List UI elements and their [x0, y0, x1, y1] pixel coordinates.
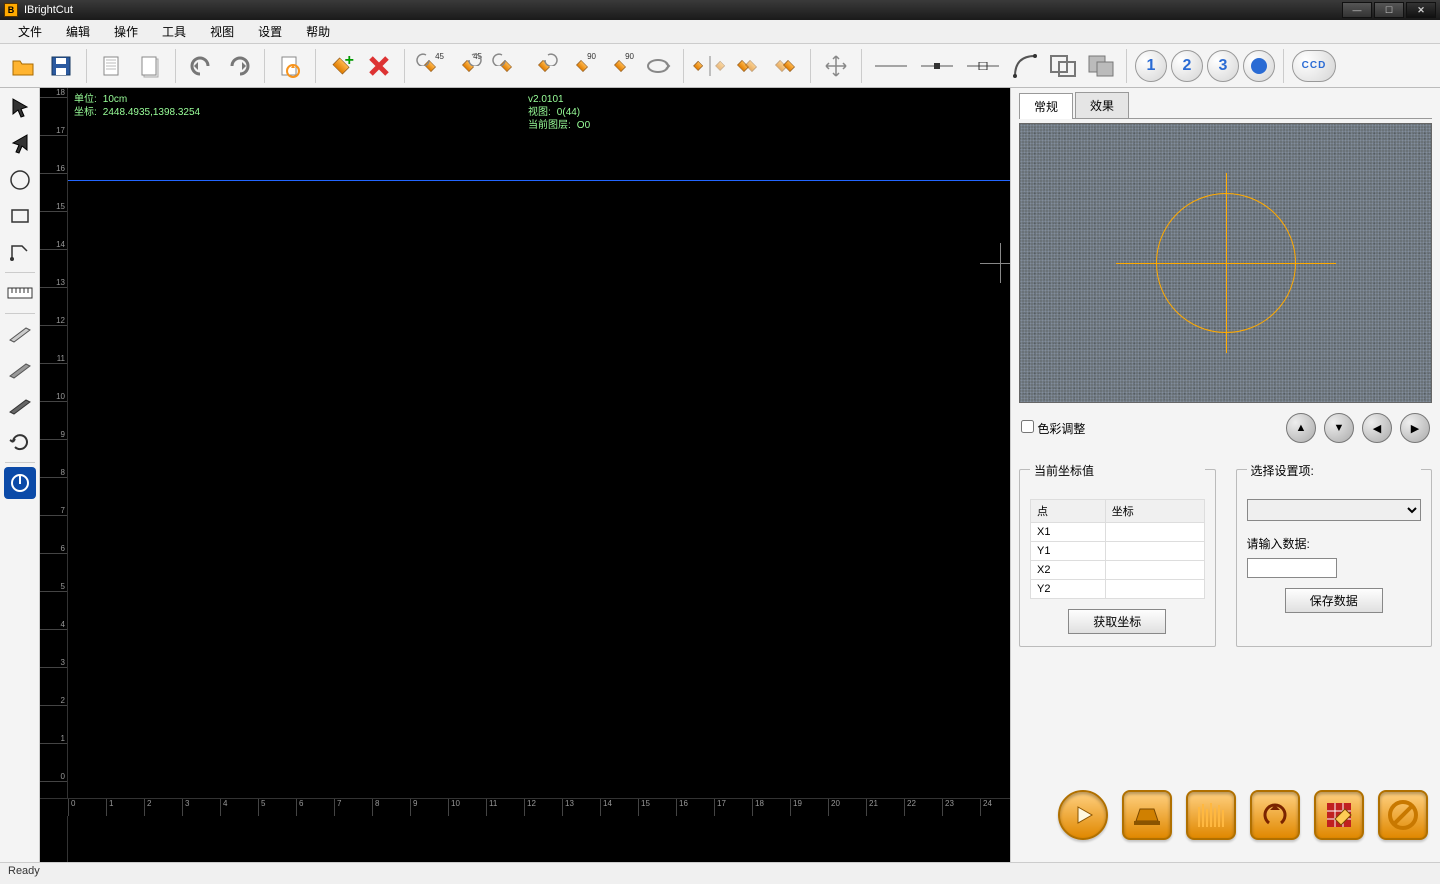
rotate-ccw-90-button[interactable]: 90 [565, 49, 599, 83]
col-coord: 坐标 [1105, 500, 1204, 523]
add-object-button[interactable]: + [324, 49, 358, 83]
menu-settings[interactable]: 设置 [246, 20, 294, 43]
horizontal-ruler: 0123456789101112131415161718192021222324 [40, 798, 1010, 816]
save-button[interactable] [44, 49, 78, 83]
status-bar: Ready [0, 862, 1440, 884]
free-rotate-button[interactable] [641, 49, 675, 83]
arrow-left-button[interactable]: ◀ [1362, 413, 1392, 443]
refresh-tool[interactable] [4, 426, 36, 458]
unit-overlay: 单位: 10cm 坐标: 2448.4935,1398.3254 [74, 94, 200, 120]
menu-operate[interactable]: 操作 [102, 20, 150, 43]
layer-2-button[interactable]: 2 [1171, 50, 1203, 82]
titlebar: B IBrightCut — ☐ ✕ [0, 0, 1440, 20]
coord-group-label: 当前坐标值 [1030, 462, 1205, 479]
save-data-button[interactable]: 保存数据 [1285, 588, 1383, 613]
rotate-cw-45-button[interactable]: 45 [451, 49, 485, 83]
copy-button[interactable] [95, 49, 129, 83]
move-button[interactable] [819, 49, 853, 83]
close-button[interactable]: ✕ [1406, 2, 1436, 18]
data-input[interactable] [1247, 558, 1337, 578]
layer-1-button[interactable]: 1 [1135, 50, 1167, 82]
line-medium-button[interactable] [916, 49, 958, 83]
circle-tool[interactable] [4, 164, 36, 196]
arc-button[interactable] [1008, 49, 1042, 83]
union-button[interactable] [1084, 49, 1118, 83]
refresh-doc-button[interactable] [273, 49, 307, 83]
color-adjust-checkbox[interactable]: 色彩调整 [1021, 420, 1085, 437]
coord-group: 当前坐标值 点坐标 X1 Y1 X2 Y2 获取坐标 [1019, 469, 1216, 647]
coord-table: 点坐标 X1 Y1 X2 Y2 [1030, 499, 1205, 599]
camera-preview [1019, 123, 1432, 403]
rotate-up-button[interactable] [1250, 790, 1300, 840]
menu-view[interactable]: 视图 [198, 20, 246, 43]
tab-effect[interactable]: 效果 [1075, 92, 1129, 118]
settings-group: 选择设置项: 请输入数据: 保存数据 [1236, 469, 1433, 647]
knife-b-tool[interactable] [4, 354, 36, 386]
target-reticle-icon [1156, 193, 1296, 333]
crosshair-icon [980, 243, 1010, 283]
right-panel: 常规 效果 色彩调整 ▲ ▼ ◀ ▶ 当前坐标值 点坐标 X1 Y1 [1010, 88, 1440, 862]
pointer-reverse-tool[interactable] [4, 128, 36, 160]
polyline-tool[interactable] [4, 236, 36, 268]
rotate-ccw-button[interactable] [489, 49, 523, 83]
design-canvas[interactable]: 1817161514131211109876543210 单位: 10cm 坐标… [40, 88, 1010, 862]
ccd-button[interactable]: CCD [1292, 50, 1336, 82]
line-thin-button[interactable] [870, 49, 912, 83]
get-coord-button[interactable]: 获取坐标 [1068, 609, 1166, 634]
menu-tool[interactable]: 工具 [150, 20, 198, 43]
align-right-button[interactable] [768, 49, 802, 83]
arrow-up-button[interactable]: ▲ [1286, 413, 1316, 443]
align-left-button[interactable] [730, 49, 764, 83]
intersect-button[interactable] [1046, 49, 1080, 83]
table-row: Y1 [1031, 542, 1205, 561]
settings-select[interactable] [1247, 499, 1422, 521]
col-point: 点 [1031, 500, 1106, 523]
table-row: Y2 [1031, 580, 1205, 599]
maximize-button[interactable]: ☐ [1374, 2, 1404, 18]
menubar: 文件 编辑 操作 工具 视图 设置 帮助 [0, 20, 1440, 44]
version-overlay: v2.0101 视图: 0(44) 当前图层: O0 [528, 94, 590, 133]
layer-3-button[interactable]: 3 [1207, 50, 1239, 82]
redo-button[interactable] [222, 49, 256, 83]
tab-normal[interactable]: 常规 [1019, 93, 1073, 119]
forbidden-button[interactable] [1378, 790, 1428, 840]
action-button-row [1019, 782, 1432, 858]
paste-button[interactable] [133, 49, 167, 83]
rectangle-tool[interactable] [4, 200, 36, 232]
undo-button[interactable] [184, 49, 218, 83]
main-toolbar: + 45 45 90 90 1 2 3 CCD [0, 44, 1440, 88]
menu-edit[interactable]: 编辑 [54, 20, 102, 43]
fill-button[interactable] [1243, 50, 1275, 82]
minimize-button[interactable]: — [1342, 2, 1372, 18]
app-title: IBrightCut [24, 4, 73, 16]
vertical-ruler: 1817161514131211109876543210 [40, 88, 68, 862]
rotate-cw-90-button[interactable]: 90 [603, 49, 637, 83]
left-tool-strip [0, 88, 40, 862]
input-data-label: 请输入数据: [1247, 535, 1422, 552]
knife-c-tool[interactable] [4, 390, 36, 422]
app-logo-icon: B [4, 3, 18, 17]
guide-line [68, 180, 1010, 181]
delete-object-button[interactable] [362, 49, 396, 83]
power-tool[interactable] [4, 467, 36, 499]
knife-a-tool[interactable] [4, 318, 36, 350]
pointer-tool[interactable] [4, 92, 36, 124]
mirror-h-button[interactable] [692, 49, 726, 83]
open-file-button[interactable] [6, 49, 40, 83]
grid-edit-button[interactable] [1314, 790, 1364, 840]
scanner-button[interactable] [1122, 790, 1172, 840]
ruler-tool[interactable] [4, 277, 36, 309]
rotate-cw-button[interactable] [527, 49, 561, 83]
grating-button[interactable] [1186, 790, 1236, 840]
menu-help[interactable]: 帮助 [294, 20, 342, 43]
table-row: X2 [1031, 561, 1205, 580]
table-row: X1 [1031, 523, 1205, 542]
rotate-ccw-45-button[interactable]: 45 [413, 49, 447, 83]
menu-file[interactable]: 文件 [6, 20, 54, 43]
settings-group-label: 选择设置项: [1247, 462, 1422, 479]
arrow-right-button[interactable]: ▶ [1400, 413, 1430, 443]
arrow-down-button[interactable]: ▼ [1324, 413, 1354, 443]
play-button[interactable] [1058, 790, 1108, 840]
line-dash-button[interactable] [962, 49, 1004, 83]
